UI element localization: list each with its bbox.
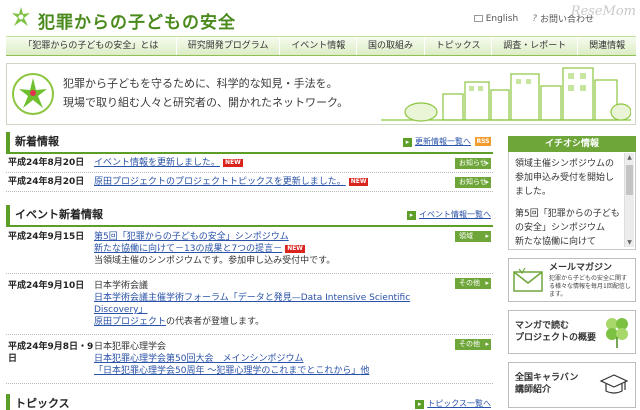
pickup-heading: イチオシ情報	[508, 136, 636, 152]
city-illustration-icon	[381, 67, 631, 122]
event-link[interactable]: 新たな協働に向けて－13の成果と7つの提言－	[94, 244, 282, 254]
project-link[interactable]: 原田プロジェクト	[94, 317, 166, 327]
nav-government[interactable]: 国の取組み	[357, 37, 425, 55]
english-link[interactable]: English	[473, 12, 518, 25]
category-tag[interactable]: お知らせ	[455, 158, 491, 169]
event-link[interactable]: Discovery」	[94, 305, 147, 315]
sidebar: イチオシ情報 領域主催シンポジウムの参加申込み受付を開始しました。 第5回「犯罪…	[508, 136, 636, 408]
news-item: 平成24年8月20日 原田プロジェクトのプロジェクトトピックスを更新しました。 N…	[6, 173, 493, 192]
global-nav: 「犯罪からの子どもの安全」とは 研究開発プログラム イベント情報 国の取組み ト…	[6, 36, 636, 56]
category-tag[interactable]: 領域	[455, 231, 491, 242]
manga-banner[interactable]: マンガで読む プロジェクトの概要	[508, 310, 636, 354]
pickup-text[interactable]: 第5回「犯罪からの子どもの安全」シンポジウム 新たな協働に向けて	[515, 207, 621, 249]
nav-program[interactable]: 研究開発プログラム	[177, 37, 281, 55]
question-icon: ?	[532, 13, 537, 24]
category-tag[interactable]: お知らせ	[455, 177, 491, 188]
events-more-link[interactable]: イベント情報一覧へ	[407, 205, 491, 225]
event-item: 平成24年9月15日 第5回「犯罪からの子どもの安全」シンポジウム 新たな協働に…	[6, 227, 493, 274]
event-link[interactable]: 日本犯罪心理学会第50回大会 メインシンポジウム	[94, 354, 303, 364]
graduation-cap-icon	[599, 374, 629, 394]
news-link[interactable]: イベント情報を更新しました。	[94, 158, 220, 168]
pickup-scrollbar[interactable]: ▲ ▼	[624, 153, 634, 247]
main-column: 新着情報 更新情報一覧へ RSS 平成24年8月20日 イベント情報を更新しまし…	[6, 132, 493, 410]
topics-more-link[interactable]: トピックス一覧へ	[415, 394, 491, 410]
nav-related[interactable]: 関連情報	[578, 37, 636, 55]
event-item: 平成24年9月10日 日本学術会議 日本学術会議主催学術フォーラム「データと発見…	[6, 274, 493, 335]
nav-topics[interactable]: トピックス	[425, 37, 493, 55]
event-item: 平成24年9月8日・9日 日本犯罪心理学会 日本犯罪心理学会第50回大会 メイン…	[6, 335, 493, 384]
watermark: ReseMom	[570, 4, 636, 19]
news-link[interactable]: 原田プロジェクトのプロジェクトトピックスを更新しました。	[94, 177, 346, 187]
rss-icon[interactable]: RSS	[475, 137, 491, 146]
scroll-thumb[interactable]	[626, 165, 633, 195]
news-more-link[interactable]: 更新情報一覧へ	[403, 132, 471, 152]
event-link[interactable]: 第5回「犯罪からの子どもの安全」シンポジウム	[94, 232, 289, 242]
hero-banner: 犯罪から子どもを守るために、科学的な知見・手法を。 現場で取り組む人々と研究者の…	[6, 63, 636, 125]
events-heading: イベント新着情報 イベント情報一覧へ	[6, 205, 493, 225]
mail-magazine-banner[interactable]: メールマガジン 犯罪から子どもの安全に関する様々な情報を毎月1回配信します。	[508, 258, 636, 302]
nav-events[interactable]: イベント情報	[280, 37, 358, 55]
news-item: 平成24年8月20日 イベント情報を更新しました。 NEW お知らせ	[6, 154, 493, 173]
envelope-icon	[513, 267, 543, 292]
pickup-text[interactable]: 領域主催シンポジウムの参加申込み受付を開始しました。	[515, 157, 621, 199]
new-badge: NEW	[348, 177, 369, 186]
event-link[interactable]: 「日本犯罪心理学会50周年 ～犯罪心理学のこれまでとこれから」他	[94, 366, 369, 376]
caravan-banner[interactable]: 全国キャラバン 講師紹介	[508, 362, 636, 408]
flag-icon	[473, 15, 483, 22]
new-badge: NEW	[285, 244, 305, 253]
pickup-box: 領域主催シンポジウムの参加申込み受付を開始しました。 第5回「犯罪からの子どもの…	[508, 152, 636, 250]
nav-about[interactable]: 「犯罪からの子どもの安全」とは	[6, 37, 177, 55]
scroll-down-icon[interactable]: ▼	[625, 238, 634, 247]
topics-heading: トピックス トピックス一覧へ	[6, 394, 493, 410]
category-tag[interactable]: その他	[455, 278, 491, 289]
site-title[interactable]: 犯罪からの子どもの安全	[38, 8, 236, 33]
logo-icon[interactable]	[10, 5, 32, 29]
scroll-up-icon[interactable]: ▲	[625, 153, 634, 162]
category-tag[interactable]: その他	[455, 339, 491, 350]
nav-reports[interactable]: 調査・レポート	[492, 37, 579, 55]
event-link[interactable]: 日本学術会議主催学術フォーラム「データと発見—Data Intensive Sc…	[94, 293, 410, 303]
site-header: 犯罪からの子どもの安全 English ? お問い合わせ ReseMom	[0, 0, 640, 36]
star-mascot-icon	[12, 73, 54, 115]
new-badge: NEW	[223, 158, 243, 167]
news-heading: 新着情報 更新情報一覧へ RSS	[6, 132, 493, 152]
hero-tagline: 犯罪から子どもを守るために、科学的な知見・手法を。 現場で取り組む人々と研究者の…	[63, 77, 349, 109]
clover-icon	[606, 318, 628, 348]
